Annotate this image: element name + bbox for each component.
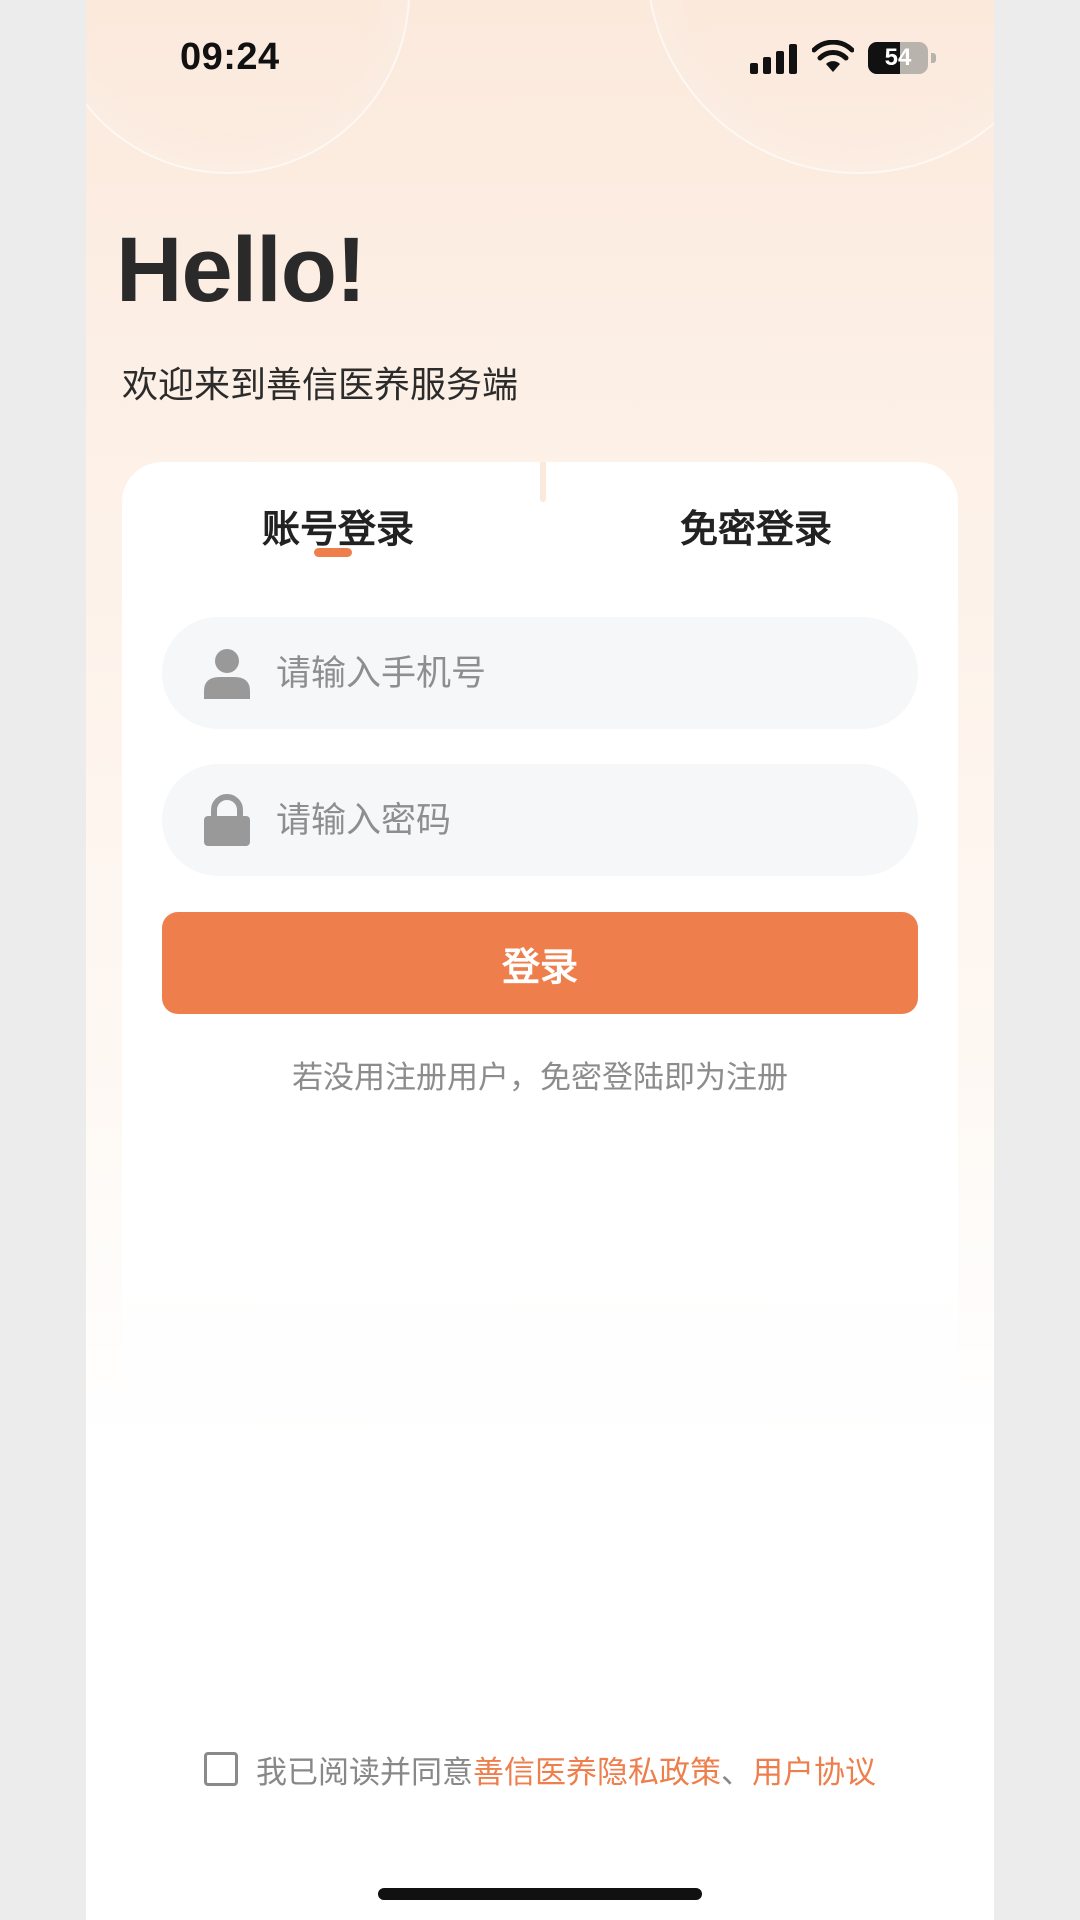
tab-account-login[interactable]: 账号登录 [262,498,414,553]
status-bar: 09:24 54 [86,0,994,120]
cellular-signal-icon [750,44,797,74]
wifi-icon [812,40,854,72]
status-time: 09:24 [180,36,280,78]
welcome-subtitle: 欢迎来到善信医养服务端 [122,365,519,406]
user-agreement-link[interactable]: 用户协议 [752,1747,876,1792]
home-indicator[interactable] [378,1888,702,1900]
agreement-checkbox[interactable] [204,1752,238,1786]
register-hint: 若没用注册用户，免密登陆即为注册 [292,1060,788,1096]
agreement-row: 我已阅读并同意 善信医养隐私政策 、 用户协议 [86,1744,994,1794]
password-field[interactable] [162,764,918,878]
login-card: 账号登录 免密登录 登录 若没用注册用户，免密登陆即为注册 [122,462,958,1482]
phone-field[interactable] [162,617,918,731]
agreement-prefix: 我已阅读并同意 [256,1754,473,1791]
phone-input[interactable] [274,617,878,731]
password-input[interactable] [274,764,878,878]
app-screen: 09:24 54 Hello! 欢迎来到善信医养服务端 账号登录 免密登录 请输… [86,0,994,1920]
greeting-title: Hello! [116,219,367,321]
privacy-policy-link[interactable]: 善信医养隐私政策 [473,1747,721,1792]
user-icon [204,649,250,699]
login-button[interactable]: 登录 [162,912,918,1014]
battery-icon: 54 [868,42,940,74]
battery-percent: 54 [884,44,912,71]
tab-passwordless-login[interactable]: 免密登录 [680,498,832,553]
active-tab-indicator [314,548,352,557]
lock-icon [204,794,250,846]
agreement-separator: 、 [721,1754,752,1791]
